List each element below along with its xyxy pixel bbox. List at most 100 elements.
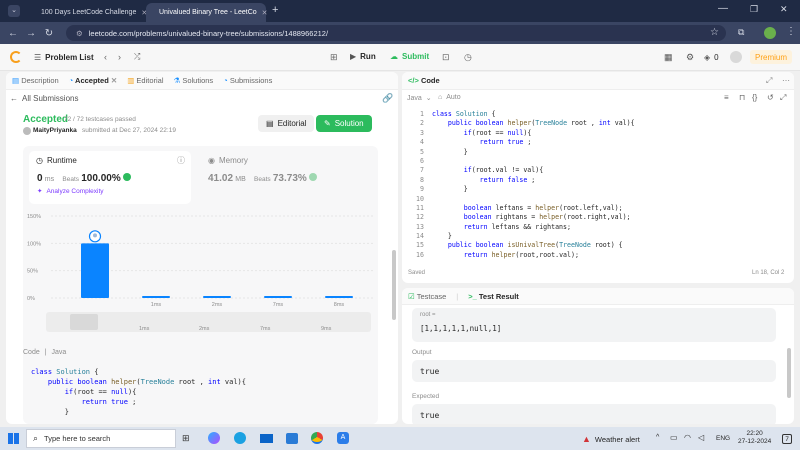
search-icon: ⌕ <box>33 433 39 443</box>
tab-testcase[interactable]: ☑ Testcase <box>408 292 446 301</box>
close-icon[interactable]: ✕ <box>262 9 268 17</box>
solution-button[interactable]: ✎ Solution <box>316 115 372 132</box>
address-bar[interactable]: ⚙ leetcode.com/problems/univalued-binary… <box>66 25 726 41</box>
code-tab[interactable]: </> Code <box>408 76 440 85</box>
site-info-icon[interactable]: ⚙ <box>76 29 83 38</box>
browser-tab-challenge[interactable]: 100 Days LeetCode Challenge ✕ <box>28 3 147 22</box>
close-window-icon[interactable]: ✕ <box>780 4 788 15</box>
volume-icon[interactable]: ◁ <box>698 433 704 442</box>
y-tick-label: 150% <box>27 214 41 220</box>
tab-submissions[interactable]: ◔ Submissions <box>223 76 272 85</box>
browser-menu-icon[interactable]: ⋮ <box>786 26 796 37</box>
runtime-bar[interactable] <box>81 243 109 298</box>
runtime-bar[interactable] <box>264 296 292 298</box>
runtime-header: ◷ Runtime <box>36 156 77 165</box>
code-editor[interactable]: class Solution { public boolean helper(T… <box>432 110 782 260</box>
windows-start-icon[interactable] <box>8 433 19 444</box>
forward-icon[interactable]: → <box>22 28 40 39</box>
store-icon[interactable] <box>286 433 298 444</box>
trophy-icon <box>122 173 131 181</box>
network-icon[interactable]: ▭ <box>670 433 678 442</box>
play-icon: ▶ <box>350 52 357 61</box>
tab-solutions[interactable]: ⚗ Solutions <box>174 76 214 85</box>
submitter-name[interactable]: MaityPriyanka <box>33 127 77 134</box>
submit-button[interactable]: ☁ Submit <box>390 52 429 61</box>
back-icon[interactable]: ← <box>4 28 22 39</box>
clock[interactable]: 22:20 27-12-2024 <box>738 430 771 446</box>
language-indicator[interactable]: ENG <box>716 435 730 442</box>
bookmark-star-icon[interactable]: ☆ <box>710 27 719 38</box>
layout-icon[interactable]: ▦ <box>664 52 673 63</box>
format-icon[interactable]: ≡ <box>724 93 729 102</box>
leetcode-logo-icon[interactable] <box>10 51 22 63</box>
mail-icon[interactable] <box>260 434 273 443</box>
more-icon[interactable]: ⋯ <box>782 76 790 85</box>
code-line: public boolean isUnivalTree(TreeNode roo… <box>447 241 623 250</box>
app-icon[interactable]: A <box>337 432 349 444</box>
expected-label: Expected <box>412 393 440 400</box>
x-tick-label: 8ms <box>334 302 345 308</box>
taskbar-search[interactable]: ⌕ Type here to search <box>26 429 176 448</box>
chrome-icon[interactable] <box>311 432 323 444</box>
all-submissions-link[interactable]: ← All Submissions <box>10 94 78 103</box>
reset-icon[interactable]: ↺ <box>767 93 774 102</box>
left-scrollbar[interactable] <box>392 250 396 320</box>
tab-description[interactable]: ▤ Description <box>12 76 59 85</box>
fullscreen-icon[interactable]: ⤢ <box>780 93 786 103</box>
copilot-icon[interactable] <box>208 432 220 444</box>
code-line: return leftans && rightans; <box>463 222 571 231</box>
tray-chevron-icon[interactable]: ^ <box>656 434 659 441</box>
runtime-bar[interactable] <box>203 296 231 298</box>
debug-icon[interactable]: ⊞ <box>330 52 338 63</box>
profile-avatar[interactable] <box>764 27 776 39</box>
runtime-bar[interactable] <box>325 296 353 298</box>
browser-tab-bar: ⌄ 100 Days LeetCode Challenge ✕ Univalue… <box>0 0 800 22</box>
problem-list-button[interactable]: ☰ Problem List <box>34 53 94 62</box>
prev-problem-icon[interactable]: ‹ <box>104 52 107 62</box>
weather-alert[interactable]: ▲ Weather alert <box>582 434 640 444</box>
browser-tab-univalued[interactable]: Univalued Binary Tree - LeetCo ✕ <box>146 3 268 22</box>
memory-header[interactable]: ◉ Memory <box>208 156 248 165</box>
range-selector-thumb[interactable] <box>70 314 98 330</box>
shuffle-icon[interactable]: ⤮ <box>134 52 140 62</box>
output-value: true <box>412 360 776 382</box>
code-line: if(root == null){ <box>463 128 532 137</box>
run-button[interactable]: ▶ Run <box>350 52 376 61</box>
wifi-icon[interactable]: ◠ <box>684 433 691 442</box>
extensions-icon[interactable]: ⧉ <box>738 27 744 38</box>
notes-icon[interactable]: ⊡ <box>442 52 450 63</box>
new-tab-icon[interactable]: + <box>272 4 278 16</box>
link-icon[interactable]: 🔗 <box>382 93 393 104</box>
code-line: class Solution { <box>31 368 99 376</box>
settings-icon[interactable]: ⚙ <box>686 52 694 63</box>
maximize-icon[interactable]: ❐ <box>750 4 758 15</box>
bookmark-icon[interactable]: ⊓ <box>739 93 745 102</box>
task-view-icon[interactable]: ⊞ <box>182 433 190 444</box>
notification-badge[interactable]: 7 <box>782 434 792 444</box>
cloud-upload-icon: ☁ <box>390 52 398 61</box>
minimize-icon[interactable]: — <box>718 3 728 14</box>
warning-icon: ▲ <box>582 434 591 444</box>
braces-icon[interactable]: {} <box>752 93 757 102</box>
edge-icon[interactable] <box>234 432 246 444</box>
tab-test-result[interactable]: >_ Test Result <box>468 292 519 301</box>
premium-button[interactable]: Premium <box>750 50 793 64</box>
test-scrollbar[interactable] <box>787 348 791 398</box>
timer-icon[interactable]: ◷ <box>464 52 472 63</box>
tab-search-icon[interactable]: ⌄ <box>8 5 20 17</box>
close-icon[interactable]: ✕ <box>111 76 117 85</box>
runtime-bar[interactable] <box>142 296 170 298</box>
language-select[interactable]: Java ⌄ <box>407 94 432 103</box>
analyze-complexity-link[interactable]: ✦ Analyze Complexity <box>37 187 104 196</box>
sparkle-icon: ✦ <box>37 188 43 195</box>
editorial-button[interactable]: ▤ Editorial <box>258 115 315 132</box>
expand-icon[interactable]: ⤢ <box>766 76 772 86</box>
info-icon[interactable]: ⓘ <box>177 155 185 166</box>
tab-editorial[interactable]: ▥ Editorial <box>127 76 163 85</box>
reload-icon[interactable]: ↻ <box>40 28 58 39</box>
user-avatar[interactable] <box>730 51 742 63</box>
streak-counter[interactable]: ◈ 0 <box>704 53 719 62</box>
next-problem-icon[interactable]: › <box>118 52 121 62</box>
tab-accepted[interactable]: ◔ Accepted ✕ <box>69 76 118 85</box>
auto-toggle[interactable]: ⌂ Auto <box>438 94 461 101</box>
